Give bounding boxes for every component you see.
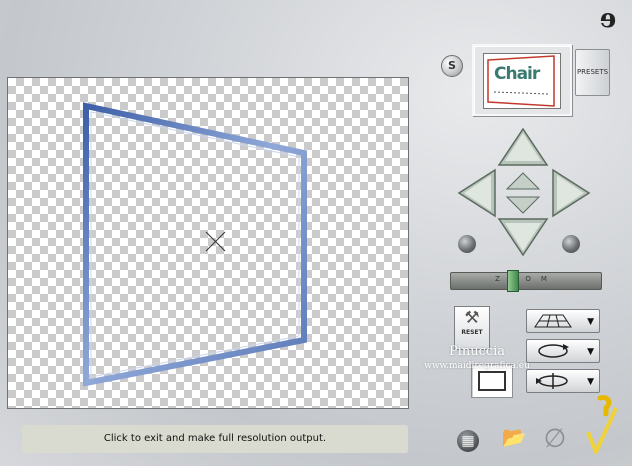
small-up-icon[interactable] [505, 172, 541, 190]
open-folder-icon[interactable]: 📂 [500, 424, 528, 450]
chevron-down-icon: ▼ [587, 347, 594, 357]
logo-icon: ɘ [599, 4, 617, 34]
perspective-grid-icon [534, 314, 572, 328]
arrow-up-icon[interactable] [497, 127, 549, 167]
presets-label: PRESETS [576, 68, 609, 76]
zoom-knob[interactable] [507, 270, 519, 292]
arrow-down-icon[interactable] [497, 217, 549, 257]
zoom-label: ZOOM [495, 275, 557, 283]
thumbnail-image: Chair [483, 53, 561, 109]
grid-icon[interactable]: ▦ [457, 430, 479, 452]
crosshair-icon [205, 231, 226, 252]
rotate-right-ball[interactable] [562, 235, 580, 253]
checkmark-icon[interactable] [580, 394, 620, 458]
rotate-left-ball[interactable] [458, 235, 476, 253]
spin-icon [536, 373, 568, 389]
thumbnail-label: Chair [494, 64, 540, 84]
presets-button[interactable]: PRESETS [575, 49, 610, 96]
perspective-frame [83, 102, 307, 387]
s-button[interactable]: S [441, 55, 463, 77]
status-bar[interactable]: Click to exit and make full resolution o… [22, 425, 408, 453]
small-down-icon[interactable] [505, 196, 541, 214]
chevron-down-icon: ▼ [587, 377, 594, 387]
status-text: Click to exit and make full resolution o… [103, 433, 327, 444]
chevron-down-icon: ▼ [587, 317, 594, 327]
watermark-url: www.maidiregrafica.eu [424, 361, 530, 371]
arrow-right-icon[interactable] [551, 168, 591, 218]
thumbnail-preview[interactable]: Chair [472, 44, 572, 116]
hammer-icon: ⚒ [464, 308, 480, 328]
preview-canvas[interactable] [7, 77, 409, 409]
watermark: Pinuccia www.maidiregrafica.eu [412, 344, 542, 374]
perspective-mode-button[interactable]: ▼ [526, 309, 600, 333]
arrow-left-icon[interactable] [457, 168, 497, 218]
zoom-slider[interactable]: ZOOM [450, 270, 602, 292]
watermark-name: Pinuccia [448, 344, 506, 359]
reset-label: RESET [461, 329, 483, 336]
cancel-icon[interactable]: ∅ [540, 424, 570, 454]
